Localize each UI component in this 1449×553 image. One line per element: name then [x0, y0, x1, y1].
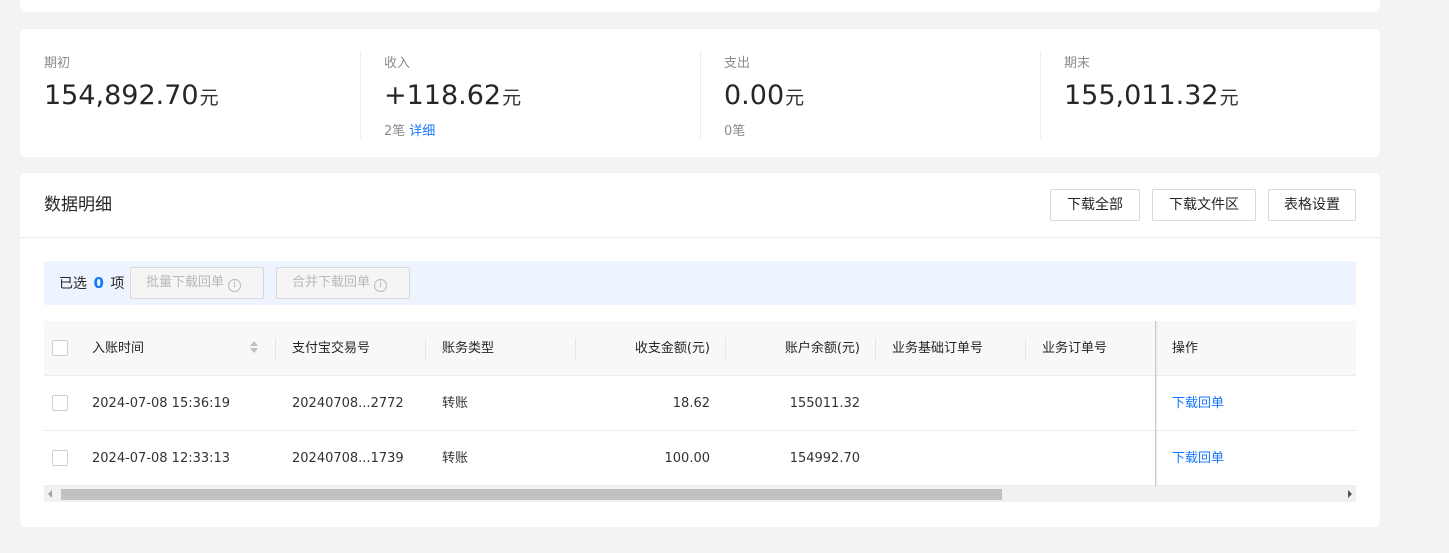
- expense-unit: 元: [785, 87, 805, 109]
- opening-amount-row: 154,892.70元: [44, 79, 219, 115]
- opening-unit: 元: [199, 87, 219, 109]
- column-header-type: 账务类型: [442, 341, 495, 356]
- batch-download-label: 批量下载回单: [146, 275, 225, 290]
- column-header-balance: 账户余额(元): [784, 341, 860, 356]
- table-row: 2024-07-08 15:36:19 20240708...2772 转账 1…: [44, 376, 1356, 431]
- income-stat: 收入 +118.62元 2笔 详细: [384, 55, 521, 141]
- expense-label: 支出: [724, 56, 751, 71]
- income-detail-link[interactable]: 详细: [409, 124, 435, 139]
- transactions-table: 入账时间 支付宝交易号 账务类型 收支金额(元) 账户余额(元) 业务基础订单号…: [44, 321, 1356, 486]
- selection-bar: 已选 0 项 批量下载回单 i 合并下载回单 i: [44, 261, 1356, 305]
- column-divider: [425, 338, 426, 360]
- income-amount: +118.62: [384, 80, 502, 111]
- divider: [360, 51, 361, 139]
- info-icon: i: [228, 279, 242, 292]
- expense-amount-row: 0.00元: [724, 79, 804, 115]
- column-header-order: 业务订单号: [1042, 341, 1108, 356]
- batch-download-receipt-button[interactable]: 批量下载回单 i: [130, 267, 264, 299]
- column-divider: [275, 338, 276, 360]
- info-icon: i: [374, 279, 388, 292]
- data-detail-card: 数据明细 下载全部 下载文件区 表格设置 已选 0 项 批量下载回单 i 合并下载…: [20, 173, 1380, 527]
- merge-download-receipt-button[interactable]: 合并下载回单 i: [276, 267, 410, 299]
- balance-summary-card: 期初 154,892.70元 收入 +118.62元 2笔 详细 支出 0.00元…: [20, 29, 1380, 157]
- selection-count: 0: [93, 274, 104, 292]
- table-settings-button[interactable]: 表格设置: [1268, 189, 1356, 221]
- table-row: 2024-07-08 12:33:13 20240708...1739 转账 1…: [44, 431, 1356, 486]
- download-receipt-link[interactable]: 下载回单: [1172, 431, 1224, 486]
- scroll-left-arrow-icon[interactable]: [48, 490, 52, 498]
- scroll-right-arrow-icon[interactable]: [1348, 490, 1352, 498]
- expense-amount: 0.00: [724, 80, 785, 111]
- horizontal-scrollbar[interactable]: [44, 486, 1356, 502]
- closing-label: 期末: [1064, 56, 1091, 71]
- cell-type: 转账: [442, 396, 469, 411]
- opening-label: 期初: [44, 56, 71, 71]
- expense-count: 0笔: [724, 124, 746, 139]
- scrollbar-thumb[interactable]: [61, 489, 1002, 500]
- divider: [1040, 51, 1041, 139]
- selection-status: 已选 0 项: [59, 274, 124, 293]
- cell-type: 转账: [442, 451, 469, 466]
- opening-balance: 期初 154,892.70元: [44, 55, 219, 115]
- merge-download-label: 合并下载回单: [292, 275, 371, 290]
- cell-amount: 18.62: [672, 396, 710, 411]
- column-divider: [1025, 338, 1026, 360]
- cell-balance: 154992.70: [789, 451, 860, 466]
- download-file-area-button[interactable]: 下载文件区: [1152, 189, 1256, 221]
- closing-amount-row: 155,011.32元: [1064, 79, 1239, 115]
- cell-time: 2024-07-08 12:33:13: [92, 451, 231, 466]
- download-receipt-link[interactable]: 下载回单: [1172, 376, 1224, 431]
- row-checkbox[interactable]: [52, 395, 68, 411]
- cell-amount: 100.00: [664, 451, 711, 466]
- header-divider: [20, 237, 1380, 238]
- selection-suffix: 项: [110, 276, 125, 292]
- cell-balance: 155011.32: [789, 396, 860, 411]
- previous-card: [20, 0, 1380, 12]
- income-label: 收入: [384, 56, 411, 71]
- column-header-alipay-no: 支付宝交易号: [292, 341, 371, 356]
- column-header-time[interactable]: 入账时间: [92, 321, 144, 376]
- download-all-button[interactable]: 下载全部: [1050, 189, 1140, 221]
- selection-prefix: 已选: [59, 276, 87, 292]
- column-header-amount: 收支金额(元): [634, 341, 710, 356]
- sort-icon[interactable]: [250, 341, 258, 355]
- column-header-action: 操作: [1172, 341, 1199, 356]
- table-header: 入账时间 支付宝交易号 账务类型 收支金额(元) 账户余额(元) 业务基础订单号…: [44, 321, 1356, 376]
- column-divider: [875, 338, 876, 360]
- cell-time: 2024-07-08 15:36:19: [92, 396, 231, 411]
- cell-alipay-no: 20240708...1739: [292, 451, 404, 466]
- income-amount-row: +118.62元: [384, 79, 521, 115]
- expense-stat: 支出 0.00元 0笔: [724, 55, 804, 141]
- select-all-checkbox[interactable]: [52, 340, 68, 356]
- income-unit: 元: [502, 87, 522, 109]
- closing-balance: 期末 155,011.32元: [1064, 55, 1239, 115]
- closing-amount: 155,011.32: [1064, 80, 1219, 111]
- section-title: 数据明细: [44, 195, 112, 215]
- fixed-column-shadow: [1155, 321, 1158, 486]
- closing-unit: 元: [1219, 87, 1239, 109]
- column-header-base-order: 业务基础订单号: [892, 341, 984, 356]
- opening-amount: 154,892.70: [44, 80, 199, 111]
- row-checkbox[interactable]: [52, 450, 68, 466]
- income-count: 2笔: [384, 124, 406, 139]
- divider: [700, 51, 701, 139]
- income-sub: 2笔 详细: [384, 123, 521, 141]
- cell-alipay-no: 20240708...2772: [292, 396, 404, 411]
